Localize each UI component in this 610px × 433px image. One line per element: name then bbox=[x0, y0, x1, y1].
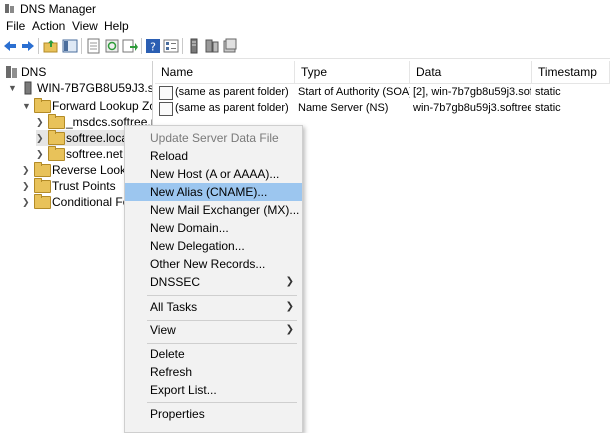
row-timestamp: static bbox=[535, 102, 561, 114]
folder-up-icon[interactable] bbox=[43, 38, 59, 54]
row-name: (same as parent folder) bbox=[175, 102, 289, 114]
menu-action[interactable]: Action bbox=[32, 19, 65, 33]
window-title: DNS Manager bbox=[20, 2, 97, 16]
row-data: win-7b7gb8u59j3.softree.... bbox=[413, 102, 531, 114]
export-icon[interactable] bbox=[122, 38, 138, 54]
back-arrow-icon[interactable] bbox=[2, 38, 18, 54]
menu-item-new-delegation[interactable]: New Delegation... bbox=[125, 237, 302, 255]
submenu-arrow-icon: ❯ bbox=[285, 301, 294, 312]
expand-right-icon[interactable]: ❯ bbox=[22, 194, 31, 210]
menu-separator bbox=[147, 295, 297, 296]
details-icon[interactable] bbox=[163, 38, 179, 54]
menu-item-export-list[interactable]: Export List... bbox=[125, 381, 302, 399]
zone-folder-icon bbox=[48, 114, 65, 129]
menu-file[interactable]: File bbox=[6, 19, 25, 33]
server-icon[interactable] bbox=[186, 38, 202, 54]
title-bar: DNS Manager bbox=[0, 0, 610, 17]
record-icon bbox=[159, 86, 173, 100]
menu-item-delete[interactable]: Delete bbox=[125, 345, 302, 363]
menu-item-properties[interactable]: Properties bbox=[125, 405, 302, 423]
zone-folder-icon bbox=[48, 146, 65, 161]
expand-right-icon[interactable]: ❯ bbox=[22, 162, 31, 178]
expand-down-icon[interactable]: ▼ bbox=[8, 80, 17, 96]
toolbar-separator bbox=[81, 38, 82, 54]
column-header-timestamp[interactable]: Timestamp bbox=[532, 61, 610, 83]
zone-folder-icon bbox=[48, 130, 65, 145]
expand-right-icon[interactable]: ❯ bbox=[36, 146, 45, 162]
expand-right-icon[interactable]: ❯ bbox=[22, 178, 31, 194]
menu-item-dnssec[interactable]: DNSSEC ❯ bbox=[125, 273, 302, 291]
menu-separator bbox=[147, 402, 297, 403]
menu-item-all-tasks[interactable]: All Tasks ❯ bbox=[125, 298, 302, 316]
menu-item-reload[interactable]: Reload bbox=[125, 147, 302, 165]
show-tree-icon[interactable] bbox=[62, 38, 78, 54]
column-header-type[interactable]: Type bbox=[295, 61, 410, 83]
folder-icon bbox=[34, 194, 51, 209]
row-type: Name Server (NS) bbox=[298, 102, 389, 114]
help-icon[interactable]: ? bbox=[145, 38, 161, 54]
toolbar-separator bbox=[182, 38, 183, 54]
context-menu: Update Server Data File Reload New Host … bbox=[124, 125, 303, 433]
submenu-arrow-icon: ❯ bbox=[285, 324, 294, 335]
toolbar: ? bbox=[0, 34, 610, 59]
properties-icon[interactable] bbox=[86, 38, 102, 54]
dns-manager-app-icon bbox=[5, 4, 14, 13]
menu-view[interactable]: View bbox=[72, 19, 98, 33]
column-header-name[interactable]: Name bbox=[155, 61, 295, 83]
column-header-data[interactable]: Data bbox=[410, 61, 532, 83]
forward-arrow-icon[interactable] bbox=[20, 38, 36, 54]
menu-item-new-mail-exchanger[interactable]: New Mail Exchanger (MX)... bbox=[125, 201, 302, 219]
menu-separator bbox=[147, 343, 297, 344]
dns-icon bbox=[6, 66, 17, 78]
folder-icon bbox=[34, 178, 51, 193]
menu-item-new-alias[interactable]: New Alias (CNAME)... bbox=[125, 183, 302, 201]
server-stack-icon[interactable] bbox=[222, 38, 238, 54]
expand-right-icon[interactable]: ❯ bbox=[36, 130, 45, 146]
submenu-arrow-icon: ❯ bbox=[285, 276, 294, 287]
toolbar-separator bbox=[141, 38, 142, 54]
folder-icon bbox=[34, 98, 51, 113]
server-icon bbox=[24, 81, 32, 95]
toolbar-separator bbox=[38, 38, 39, 54]
menu-item-view[interactable]: View ❯ bbox=[125, 321, 302, 339]
server-list-icon[interactable] bbox=[204, 38, 220, 54]
refresh-icon[interactable] bbox=[104, 38, 120, 54]
menu-item-new-host[interactable]: New Host (A or AAAA)... bbox=[125, 165, 302, 183]
menu-bar: File Action View Help bbox=[0, 17, 610, 34]
menu-item-update-server-data-file: Update Server Data File bbox=[150, 131, 279, 145]
expand-right-icon[interactable]: ❯ bbox=[36, 114, 45, 130]
menu-item-other-new-records[interactable]: Other New Records... bbox=[125, 255, 302, 273]
svg-text:?: ? bbox=[150, 41, 156, 54]
record-icon bbox=[159, 102, 173, 116]
menu-help[interactable]: Help bbox=[104, 19, 129, 33]
menu-item-refresh[interactable]: Refresh bbox=[125, 363, 302, 381]
menu-item-new-domain[interactable]: New Domain... bbox=[125, 219, 302, 237]
folder-icon bbox=[34, 162, 51, 177]
expand-down-icon[interactable]: ▼ bbox=[22, 98, 31, 114]
